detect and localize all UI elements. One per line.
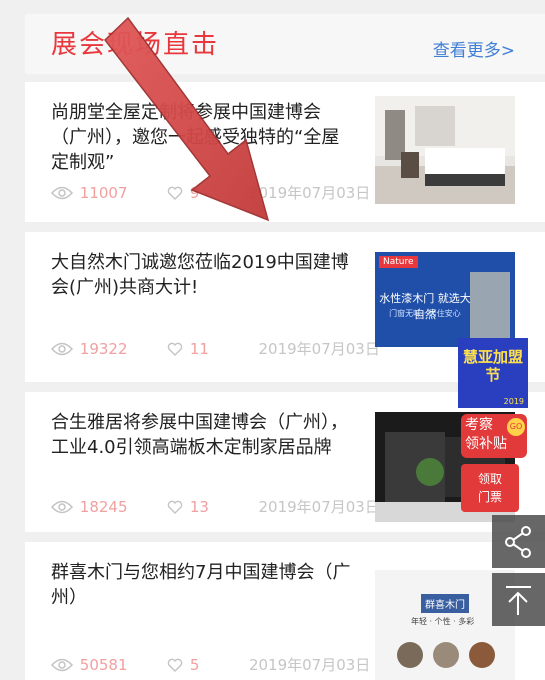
annotation-arrow-icon <box>103 16 270 222</box>
